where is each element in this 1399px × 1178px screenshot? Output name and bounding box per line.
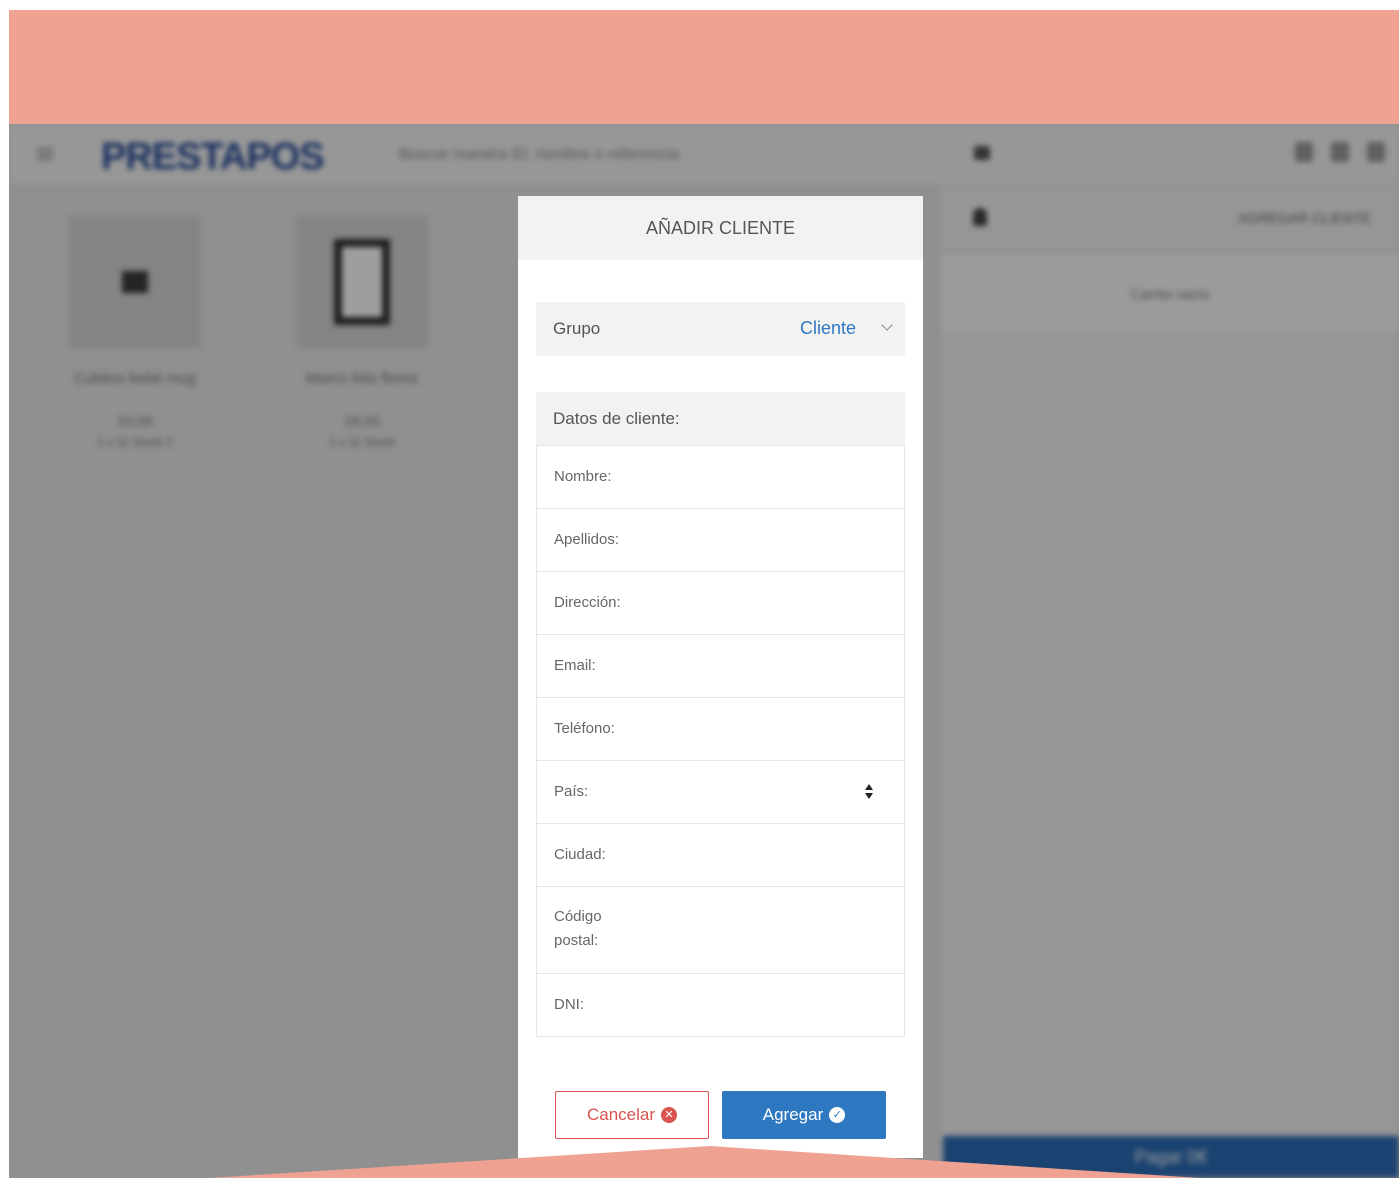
cancel-button[interactable]: Cancelar ✕	[555, 1091, 709, 1139]
decorative-footer-wave	[210, 1146, 1200, 1178]
sort-updown-icon	[864, 783, 874, 801]
field-label: Nombre:	[554, 468, 612, 485]
group-label: Grupo	[553, 319, 601, 338]
field-label: Dirección:	[554, 594, 621, 611]
postal-code-field[interactable]: Código postal:	[536, 886, 905, 974]
phone-field[interactable]: Teléfono:	[536, 697, 905, 761]
close-circle-icon: ✕	[661, 1107, 678, 1123]
field-label: DNI:	[554, 996, 584, 1013]
group-select[interactable]: Grupo Cliente	[536, 302, 905, 356]
field-label: Código	[554, 908, 602, 925]
field-label: Apellidos:	[554, 531, 620, 548]
cancel-label: Cancelar	[586, 1105, 656, 1124]
city-field[interactable]: Ciudad:	[536, 823, 905, 887]
add-label: Agregar	[762, 1105, 824, 1124]
name-field[interactable]: Nombre:	[536, 445, 905, 509]
app-window: PRESTAPOS Buscar nuestra ID, nombre o re…	[9, 124, 1399, 1178]
add-customer-dialog: AÑADIR CLIENTE Grupo Cliente Datos de cl…	[518, 196, 923, 1158]
group-value: Cliente	[799, 318, 856, 338]
field-label: Email:	[554, 657, 596, 674]
add-button[interactable]: Agregar ✓	[722, 1091, 886, 1139]
chevron-down-icon	[881, 319, 893, 331]
decorative-header-band	[9, 10, 1399, 124]
field-label: postal:	[554, 932, 599, 949]
email-field[interactable]: Email:	[536, 634, 905, 698]
address-field[interactable]: Dirección:	[536, 571, 905, 635]
country-select[interactable]: País:	[536, 760, 905, 824]
dialog-title: AÑADIR CLIENTE	[518, 196, 923, 260]
section-title: Datos de cliente:	[536, 392, 905, 446]
check-circle-icon: ✓	[829, 1107, 846, 1123]
field-label: País:	[554, 783, 589, 800]
surname-field[interactable]: Apellidos:	[536, 508, 905, 572]
dni-field[interactable]: DNI:	[536, 973, 905, 1037]
field-label: Teléfono:	[554, 720, 615, 737]
field-label: Ciudad:	[554, 846, 606, 863]
